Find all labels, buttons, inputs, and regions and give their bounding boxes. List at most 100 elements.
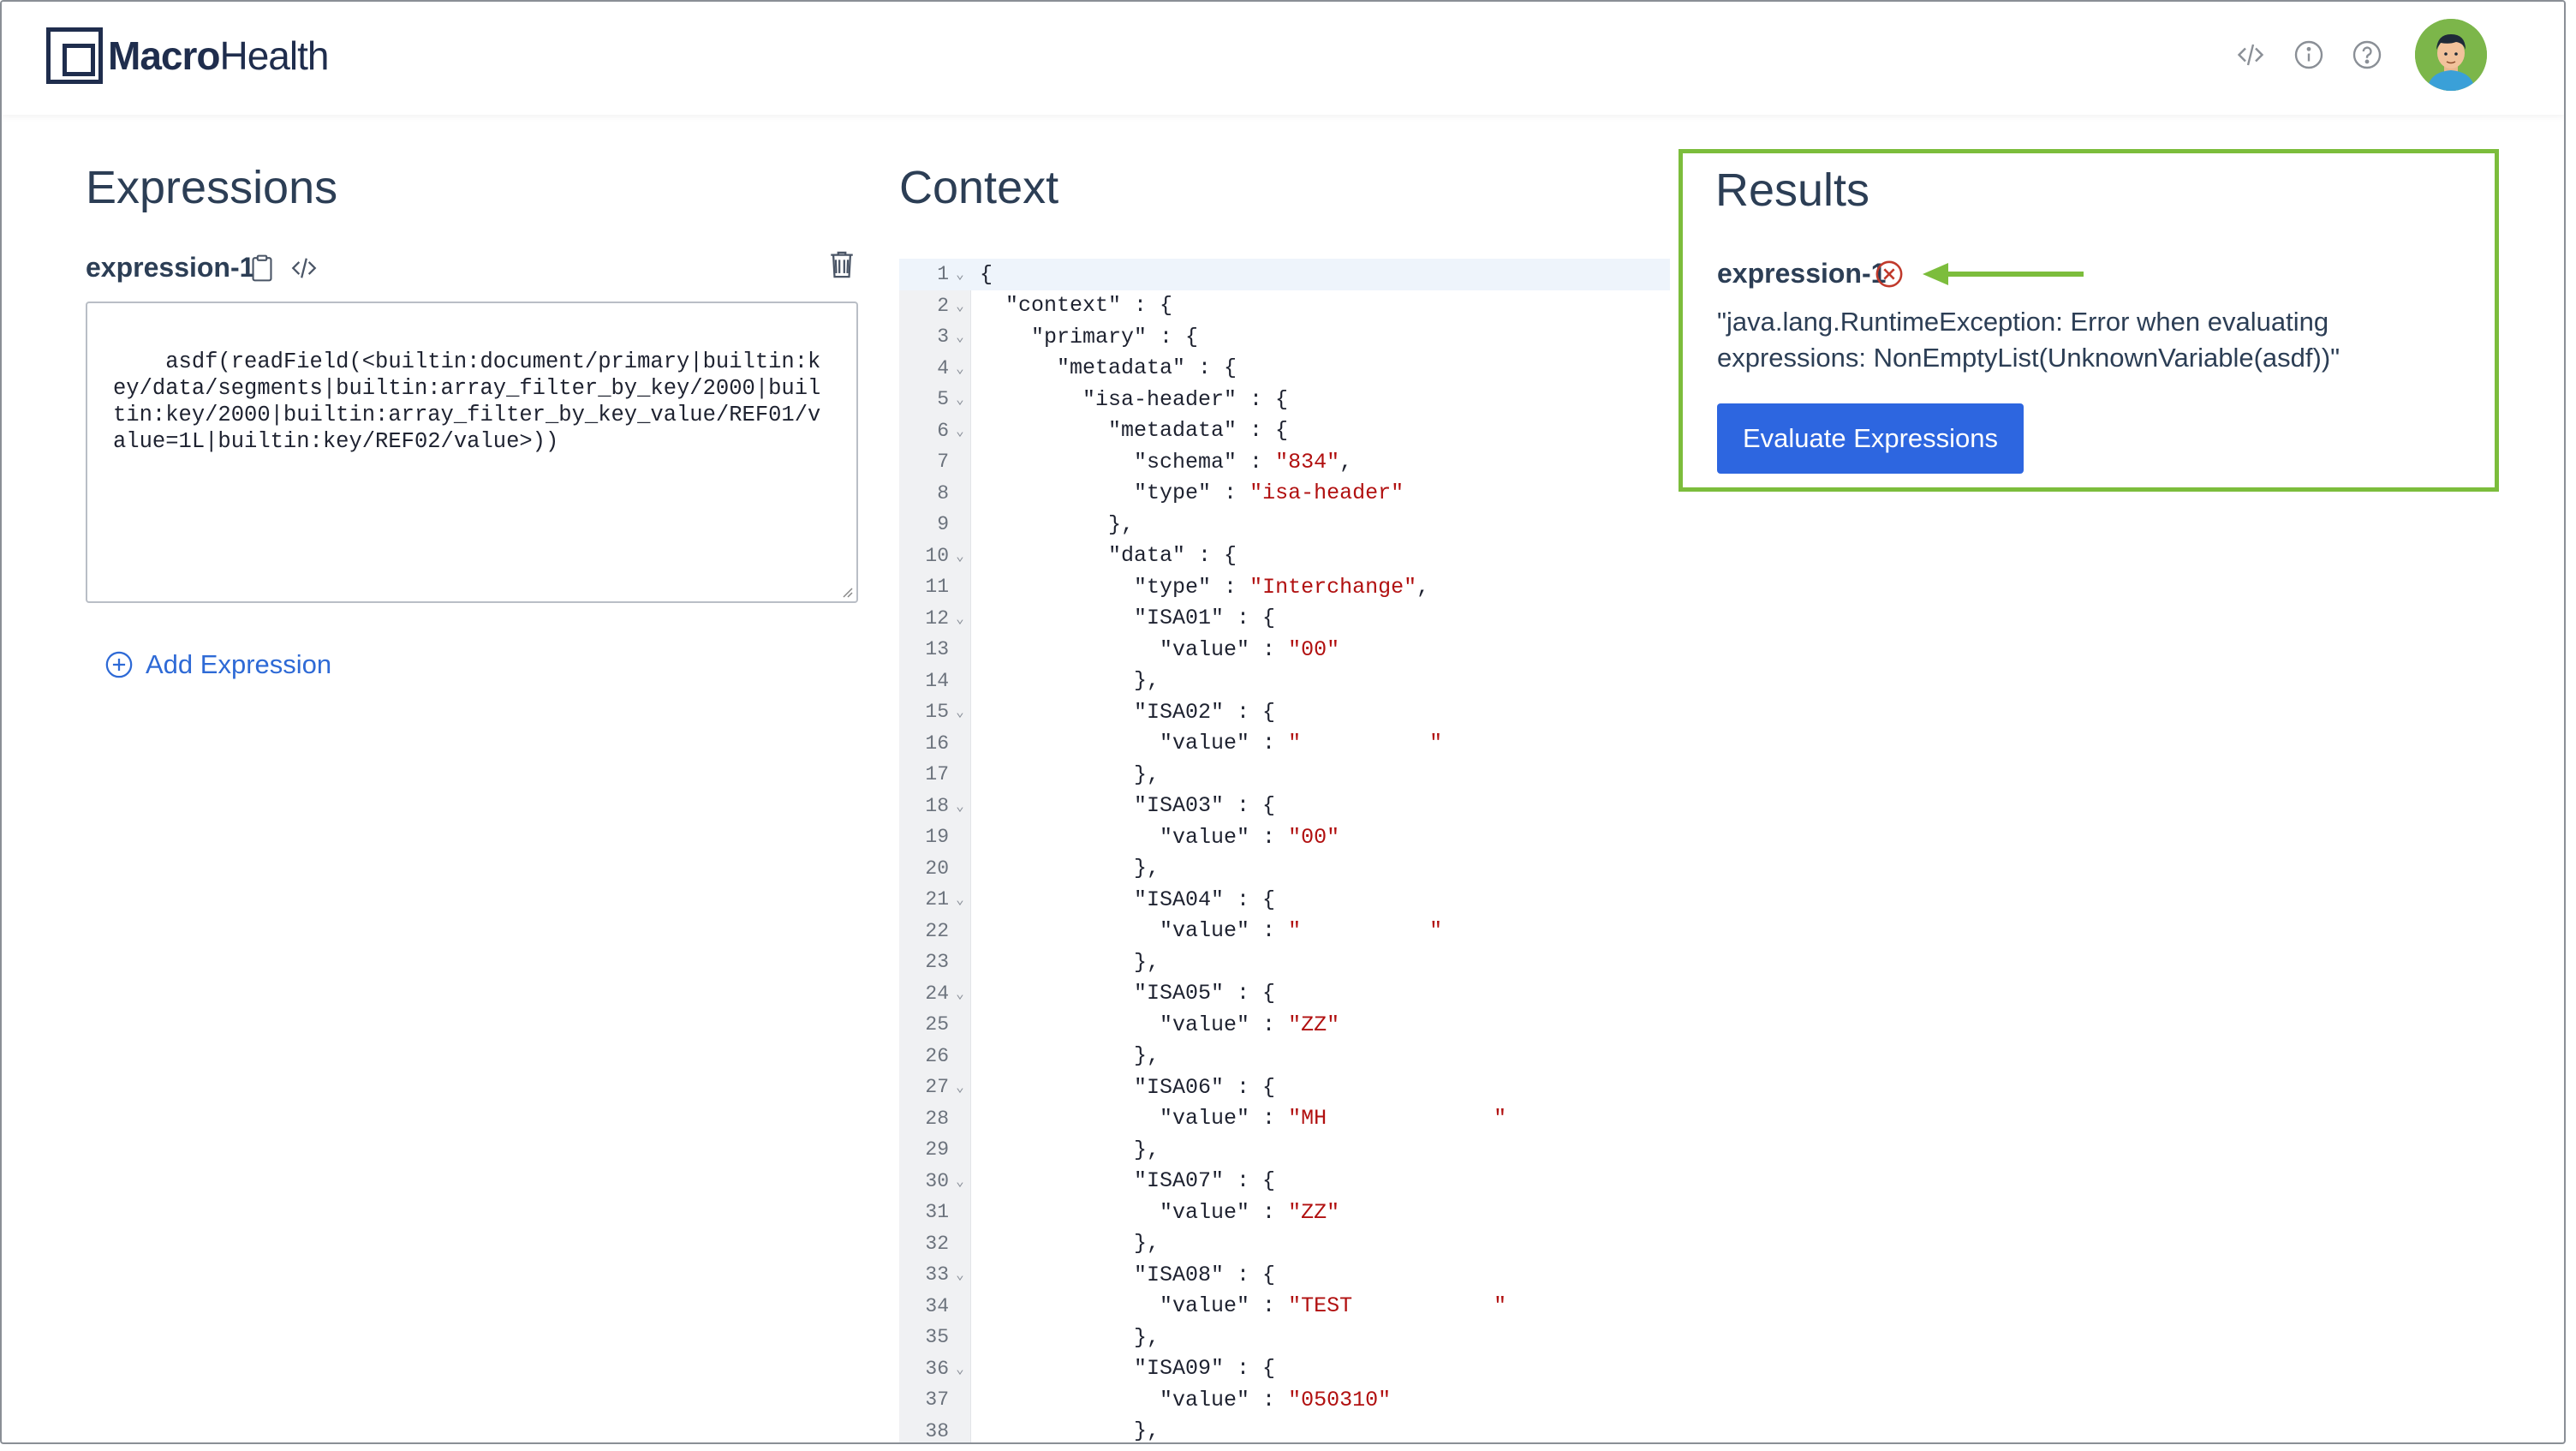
code-text: "ISA02" : { [980, 699, 1276, 725]
code-line[interactable]: 23 }, [899, 946, 1670, 978]
code-line[interactable]: 16 "value" : " " [899, 728, 1670, 760]
fold-chevron-icon[interactable]: ⌄ [949, 1360, 971, 1377]
code-text: "isa-header" : { [980, 386, 1289, 412]
fold-chevron-icon[interactable]: ⌄ [949, 610, 971, 627]
code-text: "schema" : "834", [980, 449, 1353, 475]
code-text: "ISA07" : { [980, 1168, 1276, 1194]
clipboard-icon[interactable] [248, 254, 277, 283]
add-expression-button[interactable]: Add Expression [104, 649, 331, 680]
fold-chevron-icon[interactable]: ⌄ [949, 797, 971, 815]
fold-chevron-icon[interactable]: ⌄ [949, 328, 971, 345]
code-line[interactable]: 38 }, [899, 1416, 1670, 1442]
line-number: 22 [925, 919, 949, 942]
line-number: 1 [937, 263, 949, 286]
line-number: 8 [937, 481, 949, 505]
code-line[interactable]: 35 }, [899, 1322, 1670, 1353]
fold-chevron-icon[interactable]: ⌄ [949, 297, 971, 314]
code-line[interactable]: 33 ⌄ "ISA08" : { [899, 1259, 1670, 1291]
line-number: 10 [925, 544, 949, 567]
code-line[interactable]: 37 "value" : "050310" [899, 1384, 1670, 1416]
fold-chevron-icon[interactable]: ⌄ [949, 891, 971, 908]
code-line[interactable]: 25 "value" : "ZZ" [899, 1009, 1670, 1041]
code-line[interactable]: 14 }, [899, 666, 1670, 697]
code-line[interactable]: 20 }, [899, 853, 1670, 885]
code-view-icon[interactable] [289, 254, 319, 283]
code-line[interactable]: 31 "value" : "ZZ" [899, 1197, 1670, 1228]
code-line[interactable]: 17 }, [899, 759, 1670, 791]
string-literal: "00" [1288, 636, 1340, 662]
line-number: 4 [937, 356, 949, 379]
line-number: 25 [925, 1013, 949, 1036]
fold-chevron-icon[interactable]: ⌄ [949, 1173, 971, 1190]
fold-chevron-icon[interactable]: ⌄ [949, 266, 971, 283]
code-line[interactable]: 32 }, [899, 1228, 1670, 1260]
code-line[interactable]: 27 ⌄ "ISA06" : { [899, 1072, 1670, 1103]
code-text: "ISA06" : { [980, 1074, 1276, 1100]
info-icon[interactable] [2292, 38, 2326, 72]
code-text: "primary" : { [980, 324, 1199, 349]
code-line[interactable]: 36 ⌄ "ISA09" : { [899, 1353, 1670, 1385]
context-code-editor[interactable]: 1 ⌄{2 ⌄ "context" : {3 ⌄ "primary" : {4 ⌄ "m… [899, 259, 1670, 1442]
add-circle-icon [105, 651, 133, 678]
fold-chevron-icon[interactable]: ⌄ [949, 391, 971, 408]
fold-chevron-icon[interactable]: ⌄ [949, 985, 971, 1002]
code-line[interactable]: 28 "value" : "MH " [899, 1103, 1670, 1135]
fold-chevron-icon[interactable]: ⌄ [949, 422, 971, 439]
line-number: 34 [925, 1294, 949, 1317]
header-icons [2209, 19, 2487, 91]
line-number: 29 [925, 1138, 949, 1161]
code-line[interactable]: 7 "schema" : "834", [899, 446, 1670, 478]
code-line[interactable]: 24 ⌄ "ISA05" : { [899, 978, 1670, 1010]
code-icon[interactable] [2233, 38, 2268, 72]
logo[interactable]: MacroHealth [46, 27, 329, 84]
fold-chevron-icon[interactable]: ⌄ [949, 547, 971, 564]
code-text: "value" : "MH " [980, 1106, 1507, 1132]
line-number: 14 [925, 669, 949, 692]
expression-text: asdf(readField(<builtin:document/primary… [113, 349, 821, 454]
code-line[interactable]: 12 ⌄ "ISA01" : { [899, 603, 1670, 635]
code-line[interactable]: 15 ⌄ "ISA02" : { [899, 696, 1670, 728]
code-text: "value" : "ZZ" [980, 1199, 1340, 1225]
code-line[interactable]: 29 }, [899, 1134, 1670, 1166]
resize-handle-icon[interactable] [839, 584, 853, 598]
code-line[interactable]: 18 ⌄ "ISA03" : { [899, 791, 1670, 822]
code-line[interactable]: 21 ⌄ "ISA04" : { [899, 884, 1670, 916]
code-text: }, [980, 1324, 1160, 1350]
string-literal: "ZZ" [1288, 1199, 1340, 1225]
code-line[interactable]: 5 ⌄ "isa-header" : { [899, 384, 1670, 415]
string-literal: "050310" [1288, 1387, 1392, 1412]
annotation-arrow-icon [1923, 263, 2084, 285]
code-line[interactable]: 2 ⌄ "context" : { [899, 290, 1670, 322]
code-line[interactable]: 3 ⌄ "primary" : { [899, 321, 1670, 353]
user-avatar[interactable] [2415, 19, 2487, 91]
line-number: 32 [925, 1232, 949, 1255]
expressions-title: Expressions [86, 162, 338, 213]
code-line[interactable]: 4 ⌄ "metadata" : { [899, 353, 1670, 385]
code-line[interactable]: 30 ⌄ "ISA07" : { [899, 1166, 1670, 1197]
evaluate-expressions-button[interactable]: Evaluate Expressions [1717, 403, 2024, 474]
line-number: 5 [937, 388, 949, 411]
code-line[interactable]: 34 "value" : "TEST " [899, 1291, 1670, 1323]
fold-chevron-icon[interactable]: ⌄ [949, 703, 971, 720]
code-text: "value" : " " [980, 731, 1443, 756]
line-number: 36 [925, 1357, 949, 1380]
code-line[interactable]: 11 "type" : "Interchange", [899, 571, 1670, 603]
code-line[interactable]: 19 "value" : "00" [899, 821, 1670, 853]
line-number: 35 [925, 1326, 949, 1349]
code-line[interactable]: 22 "value" : " " [899, 916, 1670, 947]
fold-chevron-icon[interactable]: ⌄ [949, 1078, 971, 1096]
code-line[interactable]: 10 ⌄ "data" : { [899, 540, 1670, 572]
results-panel: Results expression-1 "java.lang.RuntimeE… [1679, 149, 2499, 492]
fold-chevron-icon[interactable]: ⌄ [949, 360, 971, 377]
help-icon[interactable] [2350, 38, 2384, 72]
code-line[interactable]: 26 }, [899, 1041, 1670, 1072]
code-line[interactable]: 13 "value" : "00" [899, 634, 1670, 666]
code-line[interactable]: 1 ⌄ { [899, 259, 1670, 290]
code-line[interactable]: 9 }, [899, 509, 1670, 540]
expression-input[interactable]: asdf(readField(<builtin:document/primary… [86, 302, 858, 603]
code-line[interactable]: 6 ⌄ "metadata" : { [899, 415, 1670, 447]
delete-expression-icon[interactable] [827, 248, 856, 281]
code-text: }, [980, 1137, 1160, 1162]
code-line[interactable]: 8 "type" : "isa-header" [899, 478, 1670, 510]
fold-chevron-icon[interactable]: ⌄ [949, 1266, 971, 1283]
